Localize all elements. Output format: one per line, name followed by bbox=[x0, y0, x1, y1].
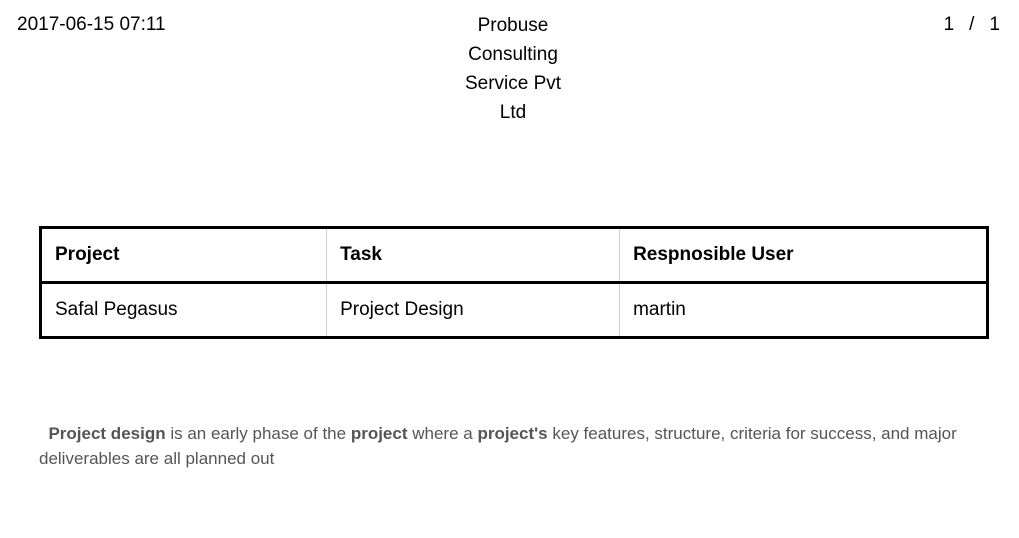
description-text: where a bbox=[407, 424, 478, 443]
page-counter: 1 / 1 bbox=[944, 13, 1000, 37]
description-text: is an early phase of the bbox=[165, 424, 351, 443]
column-header-task: Task bbox=[326, 227, 621, 284]
task-description: Project design is an early phase of the … bbox=[39, 421, 984, 471]
description-bold-term: Project design bbox=[48, 424, 166, 443]
company-name: Probuse Consulting Service Pvt Ltd bbox=[443, 11, 583, 127]
description-bold-term: project's bbox=[477, 424, 548, 443]
company-name-line: Consulting bbox=[468, 44, 558, 65]
column-header-project: Project bbox=[40, 227, 328, 284]
company-name-line: Ltd bbox=[499, 102, 527, 123]
page-separator: / bbox=[969, 14, 975, 35]
cell-responsible-user: martin bbox=[633, 299, 686, 320]
cell-task: Project Design bbox=[326, 282, 621, 338]
table-header-row: Project Task Respnosible User bbox=[40, 227, 988, 284]
table-row: Safal Pegasus Project Design martin bbox=[40, 282, 988, 338]
cell-project: Safal Pegasus bbox=[40, 282, 328, 338]
page-total: 1 bbox=[989, 14, 1000, 35]
company-name-line: Service Pvt bbox=[464, 73, 562, 94]
page-current: 1 bbox=[943, 14, 955, 35]
description-bold-term: project bbox=[350, 424, 408, 443]
task-table: Project Task Respnosible User Safal Pega… bbox=[39, 226, 989, 339]
report-datetime: 2017-06-15 07:11 bbox=[17, 14, 166, 35]
column-header-responsible-user: Respnosible User bbox=[619, 227, 988, 284]
company-name-line: Probuse bbox=[477, 15, 549, 36]
